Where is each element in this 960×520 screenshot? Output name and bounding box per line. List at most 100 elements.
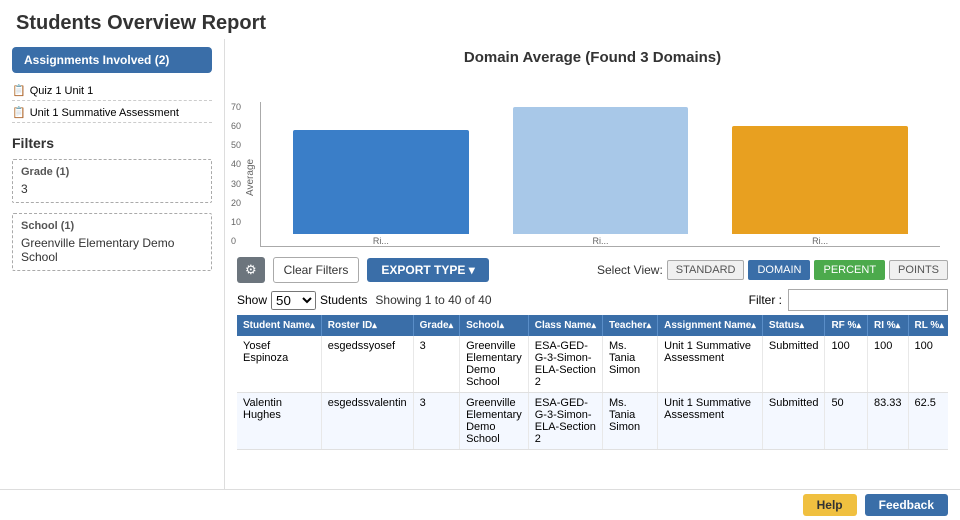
y-tick-60: 60: [231, 121, 241, 131]
col-student-name[interactable]: Student Name▴: [237, 315, 321, 336]
y-tick-0: 0: [231, 236, 241, 246]
cell-rf_pct: 50: [825, 393, 868, 450]
grade-filter-value: 3: [21, 182, 203, 196]
cell-rl_pct: 62.5: [908, 393, 948, 450]
help-button[interactable]: Help: [803, 494, 857, 516]
view-standard-button[interactable]: STANDARD: [667, 260, 745, 280]
filter-input[interactable]: [788, 289, 948, 311]
settings-button[interactable]: ⚙: [237, 257, 265, 283]
y-tick-70: 70: [231, 102, 241, 112]
select-view-group: Select View: STANDARD DOMAIN PERCENT POI…: [597, 260, 948, 280]
col-rf-pct[interactable]: RF %▴: [825, 315, 868, 336]
bar-group-3: Ri...: [710, 102, 930, 246]
assignments-button[interactable]: Assignments Involved (2): [12, 47, 212, 73]
cell-teacher: Ms. Tania Simon: [602, 336, 657, 393]
bar-label-3: Ri...: [812, 236, 828, 246]
bar-2: [513, 107, 689, 234]
sidebar: Assignments Involved (2) 📋 Quiz 1 Unit 1…: [0, 39, 225, 489]
view-domain-button[interactable]: DOMAIN: [748, 260, 810, 280]
bar-group-1: Ri...: [271, 102, 491, 246]
assignment-label-1: Quiz 1 Unit 1: [30, 85, 94, 97]
assignment-icon-2: 📋: [12, 106, 26, 119]
school-filter-label: School (1): [21, 220, 203, 232]
cell-student_name: Yosef Espinoza: [237, 336, 321, 393]
y-tick-40: 40: [231, 159, 241, 169]
col-assignment-name[interactable]: Assignment Name▴: [658, 315, 763, 336]
page-title: Students Overview Report: [16, 12, 944, 35]
view-points-button[interactable]: POINTS: [889, 260, 948, 280]
cell-status: Submitted: [762, 336, 825, 393]
grade-filter-label: Grade (1): [21, 166, 203, 178]
view-percent-button[interactable]: PERCENT: [814, 260, 885, 280]
chart-bars-area: 70 60 50 40 30 20 10 0: [260, 102, 940, 247]
page: Students Overview Report Assignments Inv…: [0, 0, 960, 520]
col-rl-pct[interactable]: RL %▴: [908, 315, 948, 336]
table-wrapper: Student Name▴ Roster ID▴ Grade▴ School▴ …: [237, 315, 948, 483]
filter-label: Filter :: [749, 293, 782, 307]
table-row: Valentin Hughesesgedssvalentin3Greenvill…: [237, 393, 948, 450]
chart-container: Average 70 60 50 40 30 20 10: [245, 72, 940, 247]
bar-3: [732, 126, 908, 234]
chart-inner: 70 60 50 40 30 20 10 0: [260, 102, 940, 247]
page-header: Students Overview Report: [0, 0, 960, 39]
y-axis-label: Average: [245, 107, 256, 247]
table-section: ⚙ Clear Filters EXPORT TYPE ▾ Select Vie…: [225, 251, 960, 489]
cell-ri_pct: 83.33: [867, 393, 908, 450]
table-body: Yosef Espinozaesgedssyosef3Greenville El…: [237, 336, 948, 450]
show-select[interactable]: 50 25 100: [271, 291, 316, 310]
content-area: Assignments Involved (2) 📋 Quiz 1 Unit 1…: [0, 39, 960, 489]
y-tick-50: 50: [231, 140, 241, 150]
school-filter-box: School (1) Greenville Elementary Demo Sc…: [12, 213, 212, 271]
show-label: Show: [237, 293, 267, 307]
cell-assignment_name: Unit 1 Summative Assessment: [658, 393, 763, 450]
assignment-label-2: Unit 1 Summative Assessment: [30, 107, 179, 119]
cell-grade: 3: [413, 336, 459, 393]
bar-label-1: Ri...: [373, 236, 389, 246]
rows-show: Show 50 25 100 Students: [237, 291, 367, 310]
col-teacher[interactable]: Teacher▴: [602, 315, 657, 336]
cell-school: Greenville Elementary Demo School: [460, 336, 529, 393]
filters-title: Filters: [12, 135, 212, 151]
students-label: Students: [320, 293, 367, 307]
filters-section: Filters Grade (1) 3 School (1) Greenvill…: [12, 135, 212, 271]
y-axis-ticks: 70 60 50 40 30 20 10 0: [231, 102, 241, 246]
students-table: Student Name▴ Roster ID▴ Grade▴ School▴ …: [237, 315, 948, 450]
export-type-button[interactable]: EXPORT TYPE ▾: [367, 258, 488, 282]
cell-school: Greenville Elementary Demo School: [460, 393, 529, 450]
main-content: Domain Average (Found 3 Domains) Average…: [225, 39, 960, 489]
filter-input-row: Filter :: [749, 289, 948, 311]
col-roster-id[interactable]: Roster ID▴: [321, 315, 413, 336]
y-tick-10: 10: [231, 217, 241, 227]
assignment-item-1: 📋 Quiz 1 Unit 1: [12, 81, 212, 101]
col-status[interactable]: Status▴: [762, 315, 825, 336]
col-school[interactable]: School▴: [460, 315, 529, 336]
cell-class_name: ESA-GED-G-3-Simon-ELA-Section 2: [528, 393, 602, 450]
clear-filters-button[interactable]: Clear Filters: [273, 257, 360, 283]
table-row: Yosef Espinozaesgedssyosef3Greenville El…: [237, 336, 948, 393]
bottom-bar: Help Feedback: [0, 489, 960, 520]
feedback-button[interactable]: Feedback: [865, 494, 948, 516]
bar-group-2: Ri...: [491, 102, 711, 246]
showing-text: Showing 1 to 40 of 40: [375, 293, 491, 307]
table-controls: ⚙ Clear Filters EXPORT TYPE ▾ Select Vie…: [237, 257, 948, 283]
cell-class_name: ESA-GED-G-3-Simon-ELA-Section 2: [528, 336, 602, 393]
table-header-row: Student Name▴ Roster ID▴ Grade▴ School▴ …: [237, 315, 948, 336]
cell-teacher: Ms. Tania Simon: [602, 393, 657, 450]
cell-ri_pct: 100: [867, 336, 908, 393]
cell-roster_id: esgedssvalentin: [321, 393, 413, 450]
cell-roster_id: esgedssyosef: [321, 336, 413, 393]
bar-label-2: Ri...: [593, 236, 609, 246]
cell-assignment_name: Unit 1 Summative Assessment: [658, 336, 763, 393]
show-row: Show 50 25 100 Students Showing 1 to 40 …: [237, 289, 948, 311]
col-ri-pct[interactable]: RI %▴: [867, 315, 908, 336]
cell-rl_pct: 100: [908, 336, 948, 393]
y-tick-20: 20: [231, 198, 241, 208]
chart-title: Domain Average (Found 3 Domains): [245, 49, 940, 66]
select-view-label: Select View:: [597, 263, 663, 277]
col-class-name[interactable]: Class Name▴: [528, 315, 602, 336]
cell-student_name: Valentin Hughes: [237, 393, 321, 450]
school-filter-value: Greenville Elementary Demo School: [21, 236, 203, 264]
col-grade[interactable]: Grade▴: [413, 315, 459, 336]
cell-grade: 3: [413, 393, 459, 450]
assignment-icon-1: 📋: [12, 84, 26, 97]
